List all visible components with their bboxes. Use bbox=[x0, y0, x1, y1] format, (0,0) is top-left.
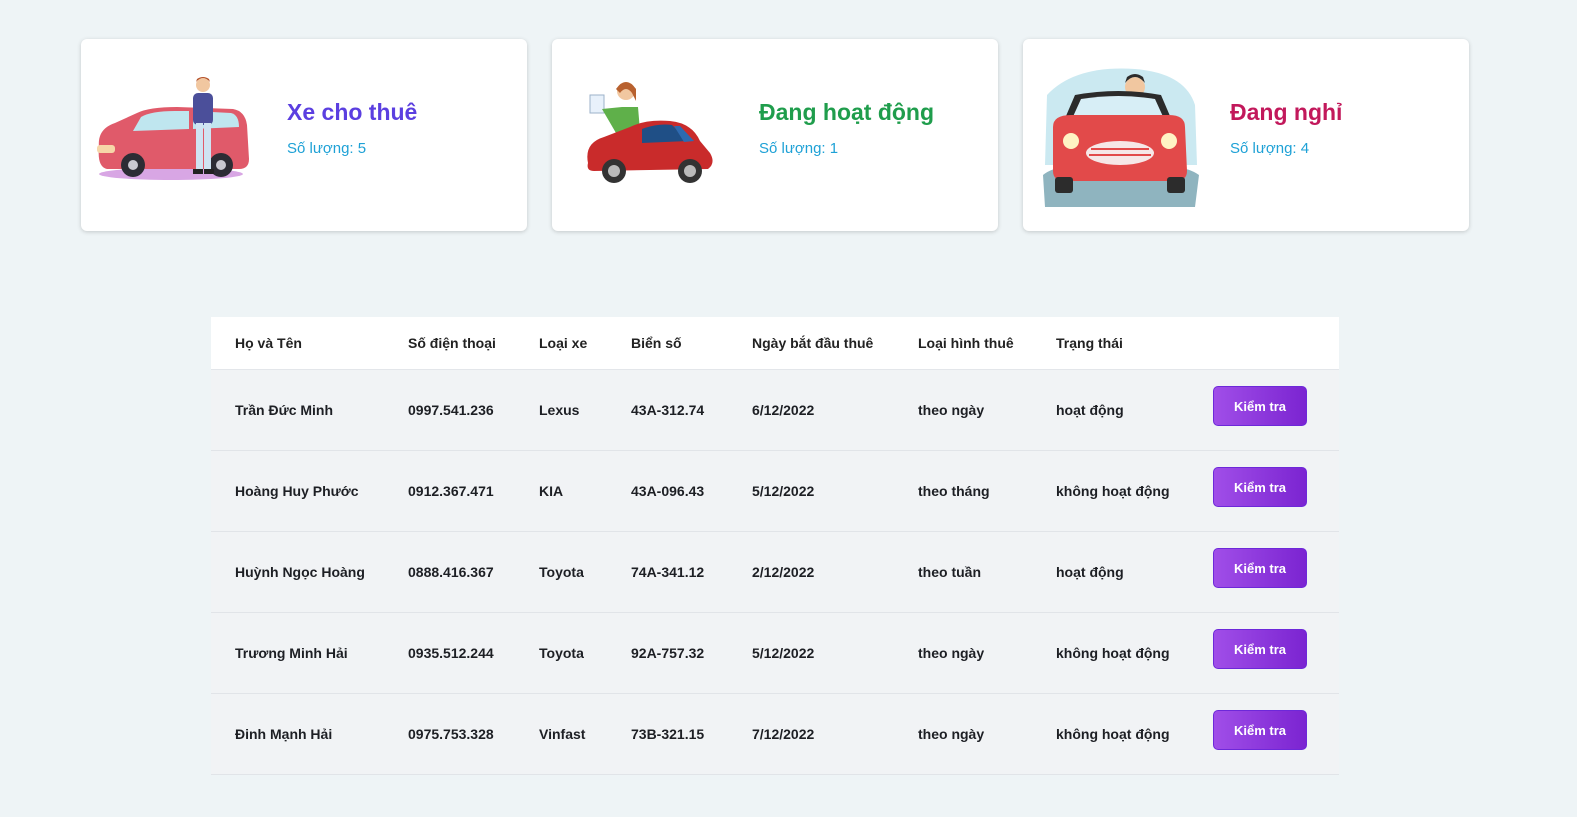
cell-name: Hoàng Huy Phước bbox=[235, 483, 359, 499]
header-rental-type: Loại hình thuê bbox=[918, 335, 1014, 351]
card-title: Đang nghỉ bbox=[1230, 99, 1343, 125]
header-plate: Biển số bbox=[631, 335, 682, 351]
cell-status: hoạt động bbox=[1056, 402, 1124, 418]
cell-status: không hoạt động bbox=[1056, 645, 1170, 661]
table-row: Trương Minh Hải 0935.512.244 Toyota 92A-… bbox=[211, 613, 1339, 694]
check-button[interactable]: Kiểm tra bbox=[1213, 386, 1307, 426]
cell-car-type: Toyota bbox=[539, 564, 584, 580]
header-phone: Số điện thoại bbox=[408, 335, 496, 351]
cell-start-date: 7/12/2022 bbox=[752, 726, 815, 742]
header-start-date: Ngày bắt đầu thuê bbox=[752, 335, 874, 351]
cell-plate: 73B-321.15 bbox=[631, 726, 705, 742]
card-title: Đang hoạt động bbox=[759, 99, 935, 125]
header-status: Trạng thái bbox=[1056, 335, 1123, 351]
cell-rental-type: theo tuần bbox=[918, 564, 981, 580]
cell-rental-type: theo ngày bbox=[918, 402, 985, 418]
cell-start-date: 2/12/2022 bbox=[752, 564, 815, 580]
summary-cards: Xe cho thuê Số lượng: 5 Đang hoạt động S… bbox=[81, 39, 1471, 231]
cell-rental-type: theo ngày bbox=[918, 645, 985, 661]
cell-name: Huỳnh Ngọc Hoàng bbox=[235, 564, 365, 580]
card-rented-cars[interactable]: Xe cho thuê Số lượng: 5 bbox=[81, 39, 527, 231]
cell-plate: 92A-757.32 bbox=[631, 645, 705, 661]
check-button[interactable]: Kiểm tra bbox=[1213, 548, 1307, 588]
cell-phone: 0975.753.328 bbox=[408, 726, 494, 742]
card-title: Xe cho thuê bbox=[287, 99, 418, 125]
cell-start-date: 5/12/2022 bbox=[752, 483, 815, 499]
cell-name: Trương Minh Hải bbox=[235, 645, 348, 661]
cell-phone: 0912.367.471 bbox=[408, 483, 494, 499]
cell-plate: 43A-096.43 bbox=[631, 483, 705, 499]
check-button[interactable]: Kiểm tra bbox=[1213, 467, 1307, 507]
cell-car-type: Vinfast bbox=[539, 726, 586, 742]
table-header: Họ và Tên Số điện thoại Loại xe Biển số … bbox=[211, 317, 1339, 370]
rental-table: Họ và Tên Số điện thoại Loại xe Biển số … bbox=[211, 317, 1339, 775]
cell-rental-type: theo ngày bbox=[918, 726, 985, 742]
header-car-type: Loại xe bbox=[539, 335, 588, 351]
table-row: Đinh Mạnh Hải 0975.753.328 Vinfast 73B-3… bbox=[211, 694, 1339, 775]
cell-plate: 74A-341.12 bbox=[631, 564, 705, 580]
card-count: Số lượng: 1 bbox=[759, 140, 839, 157]
cell-car-type: Lexus bbox=[539, 402, 580, 418]
cell-rental-type: theo tháng bbox=[918, 483, 990, 499]
header-name: Họ và Tên bbox=[235, 335, 302, 351]
card-idle-cars[interactable]: Đang nghỉ Số lượng: 4 bbox=[1023, 39, 1469, 231]
cell-phone: 0997.541.236 bbox=[408, 402, 494, 418]
check-button[interactable]: Kiểm tra bbox=[1213, 710, 1307, 750]
cell-status: không hoạt động bbox=[1056, 483, 1170, 499]
man-driving-convertible-icon bbox=[1043, 68, 1199, 207]
card-active-cars[interactable]: Đang hoạt động Số lượng: 1 bbox=[552, 39, 998, 231]
cell-start-date: 5/12/2022 bbox=[752, 645, 815, 661]
card-count: Số lượng: 4 bbox=[1230, 140, 1310, 157]
check-button[interactable]: Kiểm tra bbox=[1213, 629, 1307, 669]
cell-phone: 0888.416.367 bbox=[408, 564, 494, 580]
cell-car-type: Toyota bbox=[539, 645, 584, 661]
table-row: Hoàng Huy Phước 0912.367.471 KIA 43A-096… bbox=[211, 451, 1339, 532]
cell-car-type: KIA bbox=[539, 483, 564, 499]
cell-start-date: 6/12/2022 bbox=[752, 402, 815, 418]
cell-name: Đinh Mạnh Hải bbox=[235, 726, 333, 742]
cell-status: không hoạt động bbox=[1056, 726, 1170, 742]
table-row: Trần Đức Minh 0997.541.236 Lexus 43A-312… bbox=[211, 370, 1339, 451]
cell-plate: 43A-312.74 bbox=[631, 402, 705, 418]
table-row: Huỳnh Ngọc Hoàng 0888.416.367 Toyota 74A… bbox=[211, 532, 1339, 613]
cell-name: Trần Đức Minh bbox=[235, 402, 334, 418]
cell-status: hoạt động bbox=[1056, 564, 1124, 580]
girl-driving-red-car-icon bbox=[587, 82, 713, 183]
card-count: Số lượng: 5 bbox=[287, 140, 367, 157]
man-with-red-car-icon bbox=[97, 77, 250, 180]
cell-phone: 0935.512.244 bbox=[408, 645, 494, 661]
